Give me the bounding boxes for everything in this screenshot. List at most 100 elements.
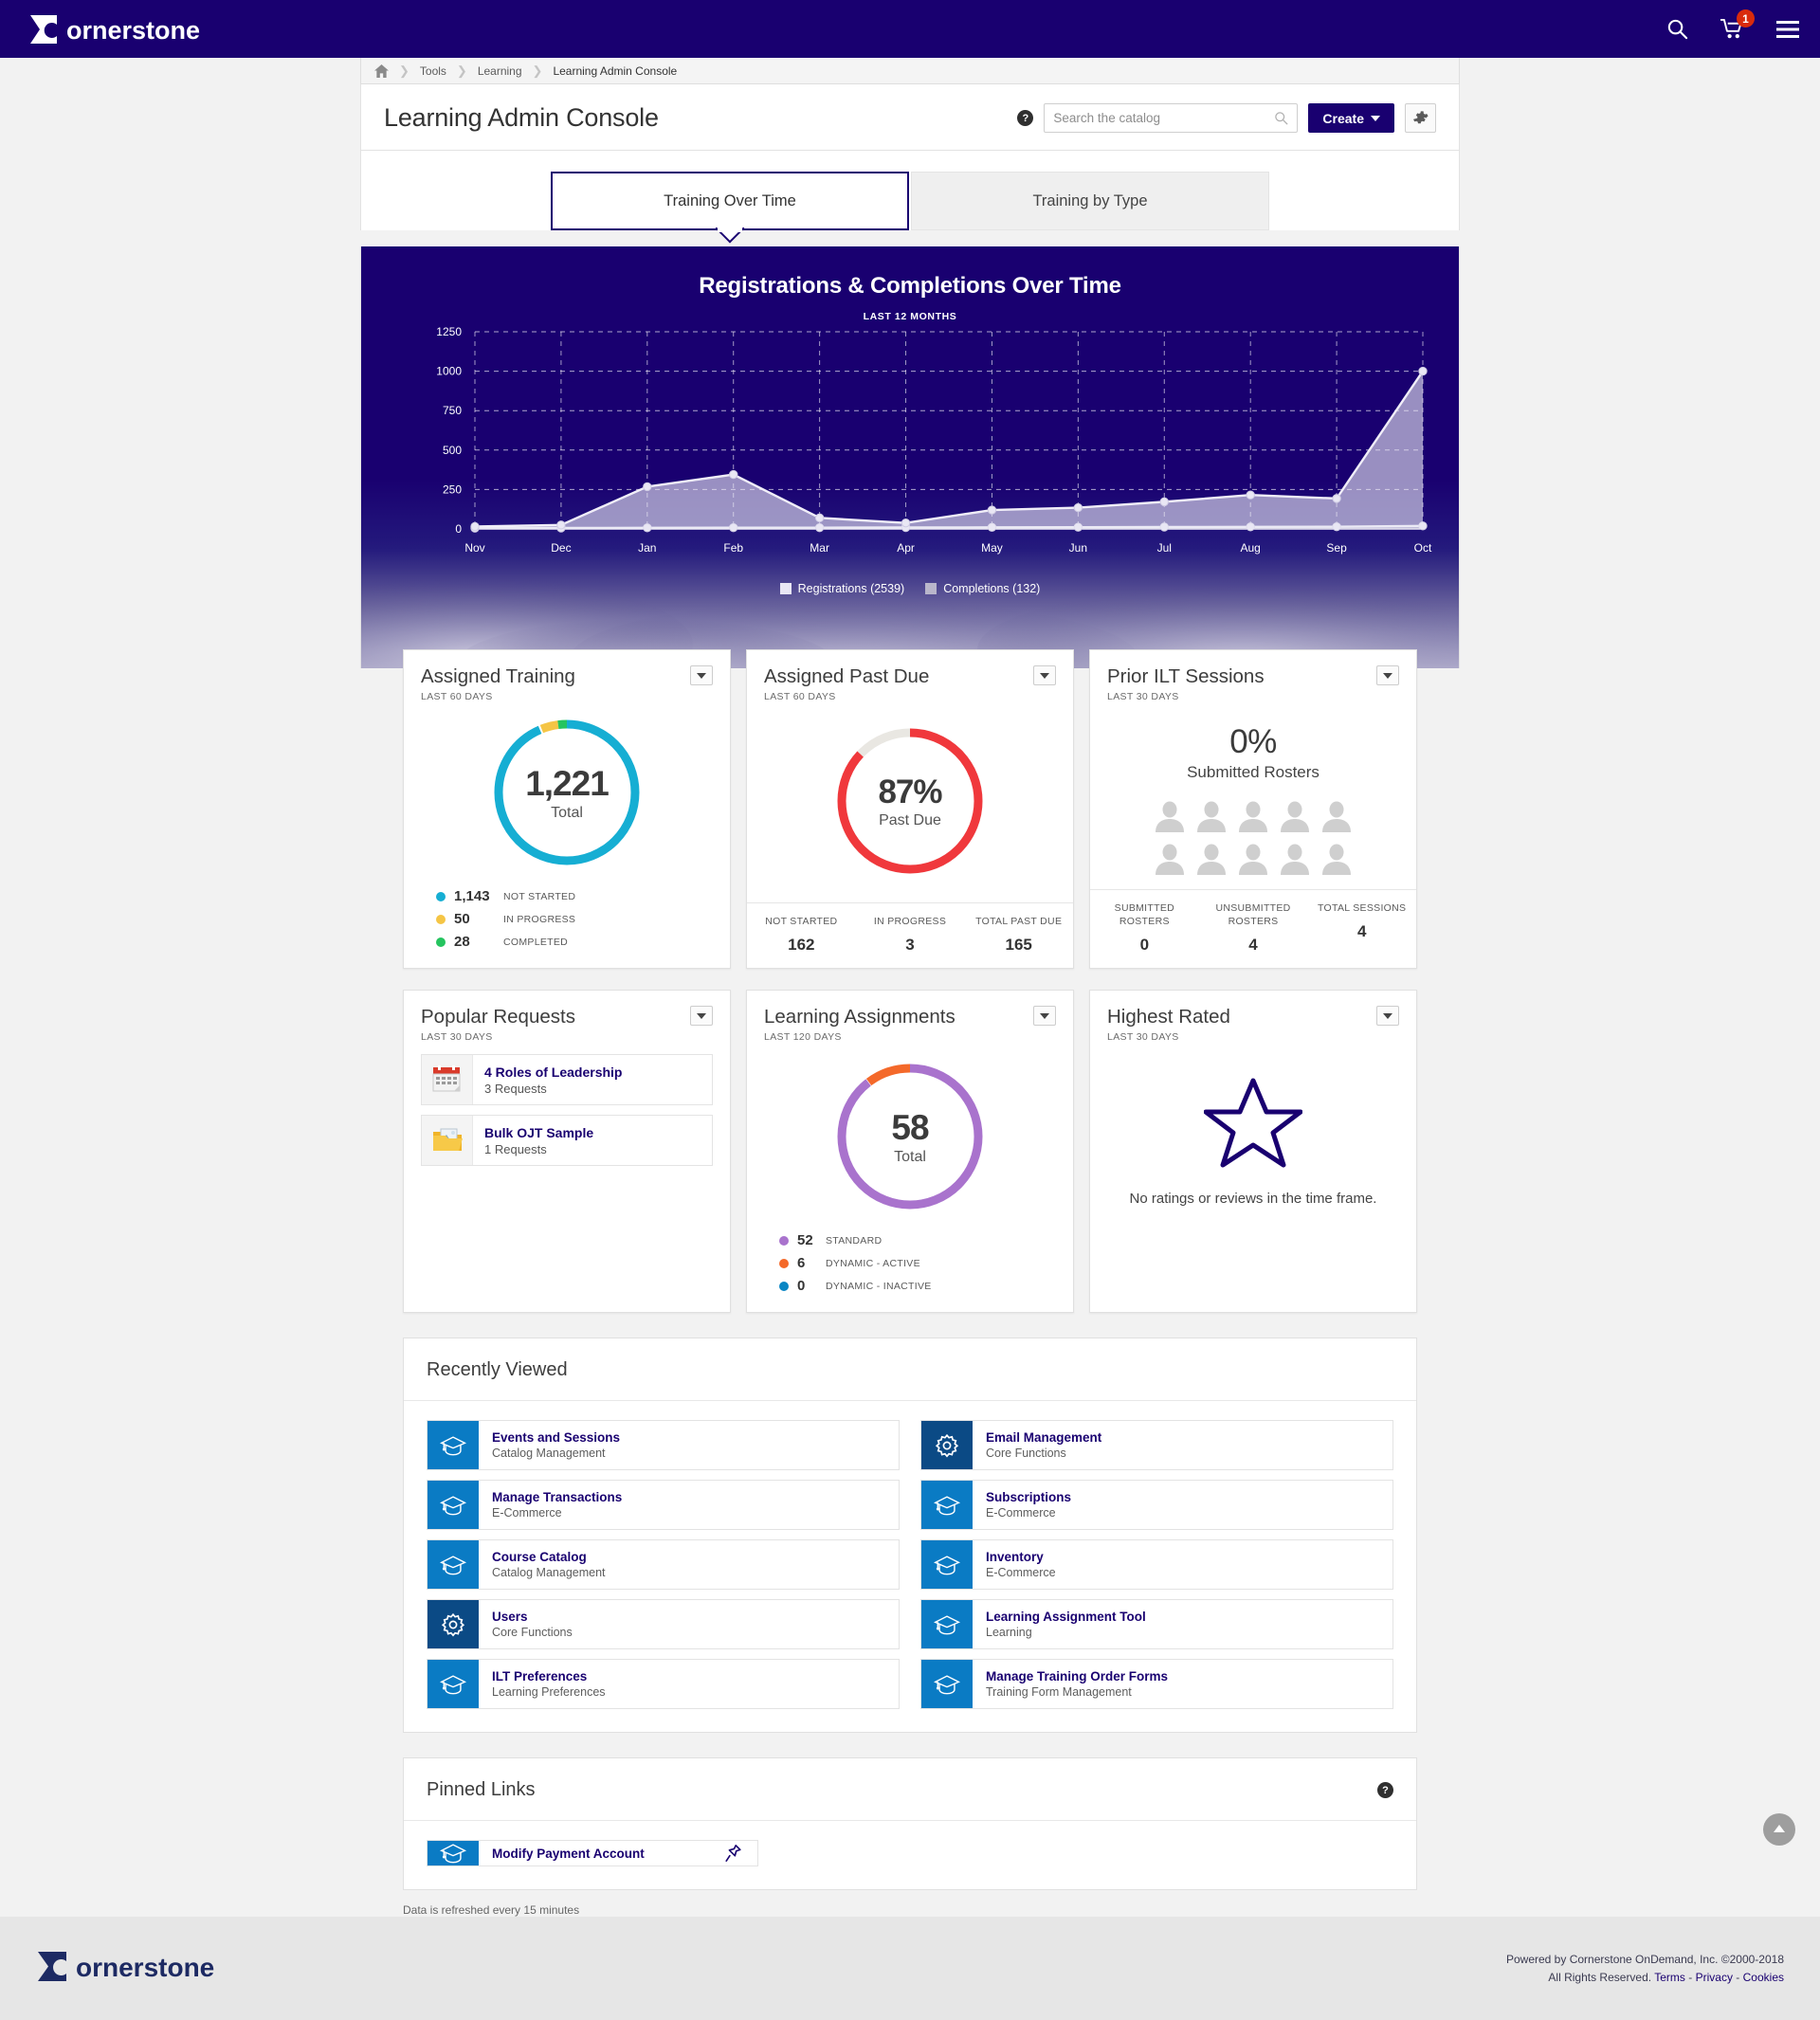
legend-dot-dynamic-inactive	[779, 1281, 789, 1291]
legend-row: 28 COMPLETED	[436, 934, 730, 950]
settings-gear-button[interactable]	[1405, 103, 1436, 133]
stat-value: 0	[1139, 936, 1150, 954]
graduation-cap-icon-glyph	[439, 1495, 467, 1515]
widget-assigned-past-due: Assigned Past Due LAST 60 DAYS 87% Past …	[746, 649, 1074, 969]
popular-requests-list: 4 Roles of Leadership 3 Requests Bulk OJ…	[404, 1043, 730, 1175]
widget-options-dropdown[interactable]	[690, 1006, 713, 1026]
recently-viewed-title: Recently Viewed	[427, 1359, 568, 1380]
home-icon[interactable]	[374, 64, 389, 78]
catalog-search-box[interactable]	[1044, 103, 1299, 133]
widget-period: LAST 30 DAYS	[1107, 1031, 1179, 1043]
donut-total-value: 1,221	[525, 763, 610, 803]
tab-training-by-type[interactable]: Training by Type	[911, 172, 1269, 230]
graduation-cap-icon	[921, 1600, 973, 1648]
breadcrumb-item-tools[interactable]: Tools	[420, 64, 446, 78]
recently-viewed-item[interactable]: Inventory E-Commerce	[920, 1539, 1393, 1590]
folder-image-icon	[422, 1116, 473, 1165]
widget-learning-assignments: Learning Assignments LAST 120 DAYS 58 To…	[746, 990, 1074, 1313]
recently-viewed-category: Catalog Management	[492, 1566, 606, 1579]
cornerstone-logo[interactable]: ornerstone	[28, 12, 209, 46]
search-input[interactable]	[1053, 111, 1275, 125]
page-footer: ornerstone Powered by Cornerstone OnDema…	[0, 1917, 1820, 2020]
svg-text:Apr: Apr	[897, 541, 915, 555]
list-item[interactable]: Bulk OJT Sample 1 Requests	[421, 1115, 713, 1166]
recently-viewed-item[interactable]: Course Catalog Catalog Management	[427, 1539, 900, 1590]
past-due-stats: NOT STARTED 162 IN PROGRESS 3 TOTAL PAST…	[747, 901, 1073, 968]
chevron-down-icon	[1371, 115, 1380, 121]
assigned-training-donut: 1,221 Total	[486, 712, 647, 873]
recently-viewed-name: ILT Preferences	[492, 1669, 588, 1683]
stat-label: UNSUBMITTED ROSTERS	[1215, 901, 1291, 927]
calendar-icon	[422, 1055, 473, 1104]
widget-period: LAST 30 DAYS	[421, 1031, 493, 1043]
chart-plot-area: 0 250 500 750 1000 1250 Nov Dec Jan Feb Mar Apr May J…	[361, 322, 1459, 578]
cart-icon[interactable]: 1	[1720, 9, 1755, 40]
search-icon[interactable]	[1666, 18, 1688, 40]
recently-viewed-name: Inventory	[986, 1550, 1044, 1564]
pin-icon[interactable]	[724, 1844, 742, 1863]
widget-highest-rated: Highest Rated LAST 30 DAYS No ratings or…	[1089, 990, 1417, 1313]
recently-viewed-item[interactable]: Email Management Core Functions	[920, 1420, 1393, 1470]
legend-item-registrations[interactable]: Registrations (2539)	[779, 582, 905, 595]
learning-assignments-donut: 58 Total	[829, 1056, 991, 1217]
past-due-donut: 87% Past Due	[829, 720, 991, 882]
help-icon[interactable]: ?	[1017, 110, 1034, 126]
stat-label: TOTAL SESSIONS	[1318, 901, 1407, 914]
recently-viewed-category: Learning Preferences	[492, 1685, 606, 1699]
hamburger-menu-icon[interactable]	[1776, 20, 1799, 38]
calendar-icon-glyph	[432, 1065, 460, 1092]
pinned-links-title: Pinned Links	[427, 1779, 536, 1800]
recently-viewed-item[interactable]: Manage Training Order Forms Training Form…	[920, 1659, 1393, 1709]
graduation-cap-icon-glyph	[439, 1555, 467, 1574]
list-item[interactable]: 4 Roles of Leadership 3 Requests	[421, 1054, 713, 1105]
person-icon	[1278, 801, 1312, 838]
widget-options-dropdown[interactable]	[1376, 665, 1399, 685]
widget-options-dropdown[interactable]	[1033, 665, 1056, 685]
stat-value: 4	[1356, 921, 1367, 940]
legend-row: 52 STANDARD	[779, 1232, 1073, 1248]
recently-viewed-category: Core Functions	[986, 1447, 1066, 1460]
pinned-link-item[interactable]: Modify Payment Account	[427, 1840, 758, 1866]
widget-options-dropdown[interactable]	[1033, 1006, 1056, 1026]
footer-cookies-link[interactable]: Cookies	[1743, 1971, 1784, 1984]
widget-options-dropdown[interactable]	[1376, 1006, 1399, 1026]
person-icon	[1236, 801, 1270, 838]
recently-viewed-item[interactable]: ILT Preferences Learning Preferences	[427, 1659, 900, 1709]
footer-terms-link[interactable]: Terms	[1654, 1971, 1685, 1984]
past-due-label: Past Due	[879, 811, 941, 828]
svg-text:1000: 1000	[436, 365, 462, 378]
stat-value: 165	[1005, 936, 1032, 954]
scroll-to-top-button[interactable]	[1763, 1813, 1795, 1846]
person-icon	[1278, 844, 1312, 881]
footer-privacy-link[interactable]: Privacy	[1696, 1971, 1733, 1984]
recently-viewed-item[interactable]: Subscriptions E-Commerce	[920, 1480, 1393, 1530]
footer-legal: Powered by Cornerstone OnDemand, Inc. ©2…	[1506, 1951, 1784, 1986]
top-navigation-bar: ornerstone 1	[0, 0, 1820, 58]
recently-viewed-name: Subscriptions	[986, 1490, 1072, 1504]
tab-training-over-time[interactable]: Training Over Time	[551, 172, 909, 232]
legend-label: Registrations (2539)	[797, 582, 905, 595]
help-icon[interactable]: ?	[1377, 1782, 1393, 1798]
chevron-up-icon	[1774, 1825, 1785, 1832]
page-body: ❯ Tools ❯ Learning ❯ Learning Admin Cons…	[0, 58, 1820, 1917]
breadcrumb-item-learning[interactable]: Learning	[478, 64, 522, 78]
empty-state-message: No ratings or reviews in the time frame.	[1129, 1191, 1377, 1207]
recently-viewed-item[interactable]: Events and Sessions Catalog Management	[427, 1420, 900, 1470]
gear-icon	[921, 1421, 973, 1469]
recently-viewed-name: Learning Assignment Tool	[986, 1610, 1146, 1624]
recently-viewed-item[interactable]: Manage Transactions E-Commerce	[427, 1480, 900, 1530]
recently-viewed-item[interactable]: Learning Assignment Tool Learning	[920, 1599, 1393, 1649]
widget-options-dropdown[interactable]	[690, 665, 713, 685]
recently-viewed-name: Users	[492, 1610, 528, 1624]
page-header: Learning Admin Console ? Create	[360, 84, 1460, 151]
stat-in-progress: IN PROGRESS 3	[856, 915, 965, 955]
stat-value: 3	[905, 936, 915, 954]
widget-title: Assigned Training	[421, 665, 575, 687]
widget-title: Highest Rated	[1107, 1006, 1230, 1028]
person-icon	[1153, 801, 1187, 838]
breadcrumb-item-current: Learning Admin Console	[553, 64, 678, 78]
legend-item-completions[interactable]: Completions (132)	[925, 582, 1040, 595]
recently-viewed-item[interactable]: Users Core Functions	[427, 1599, 900, 1649]
create-button[interactable]: Create	[1308, 103, 1394, 133]
svg-text:Jun: Jun	[1069, 541, 1087, 555]
